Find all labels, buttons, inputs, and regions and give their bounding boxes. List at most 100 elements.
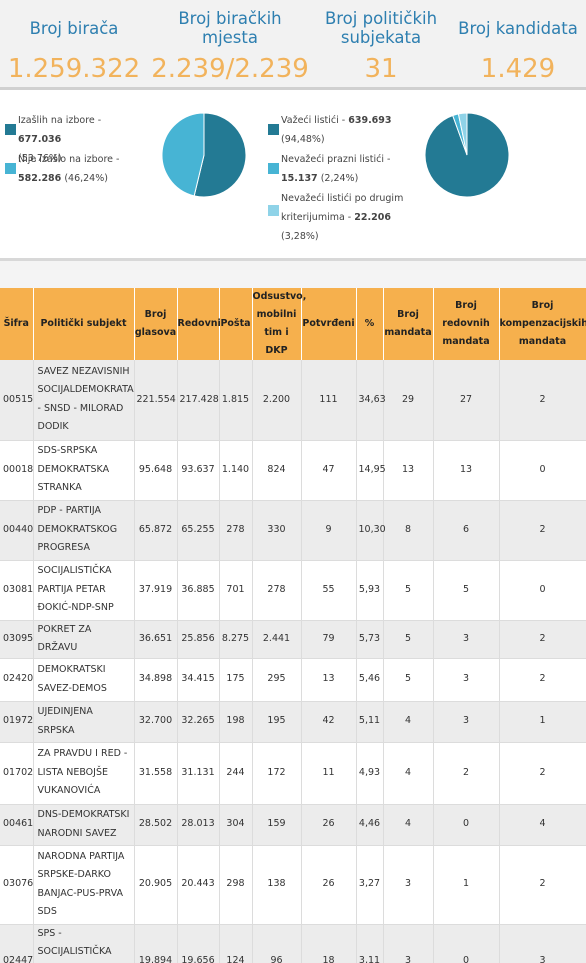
cell-regular-seats: 0 (433, 804, 500, 846)
table-row[interactable]: 01702 ZA PRAVDU I RED - LISTA NEBOJŠE VUK… (0, 742, 586, 805)
cell-absent: 159 (252, 804, 302, 846)
cell-seats: 29 (383, 360, 434, 441)
legend-swatch-no-turnout (5, 163, 16, 174)
cell-political-subject: SOCIJALISTIČKA PARTIJA PETAR ĐOKIĆ-NDP-S… (33, 560, 135, 621)
cell-regular: 34.415 (177, 658, 220, 702)
cell-confirmed: 18 (301, 924, 357, 963)
table-row[interactable]: 01972 UJEDINJENA SRPSKA 32.700 32.265 198 195… (0, 701, 586, 743)
column-header-absent[interactable]: Odsustvo, mobilni tim i DKP (252, 288, 306, 360)
cell-political-subject: ZA PRAVDU I RED - LISTA NEBOJŠE VUKANOVI… (33, 742, 135, 805)
stat-polling-stations: Broj biračkih mjesta 2.239/2.239 (148, 0, 312, 87)
cell-seats: 8 (383, 500, 434, 561)
cell-political-subject: NARODNA PARTIJA SRPSKE-DARKO BANJAC-PUS-… (33, 845, 135, 925)
column-header-percent[interactable]: % (356, 288, 384, 360)
table-row[interactable]: 00440 PDP - PARTIJA DEMOKRATSKOG PROGRESA… (0, 500, 586, 561)
cell-compensatory-seats: 0 (499, 560, 586, 621)
table-row[interactable]: 00461 DNS-DEMOKRATSKI NARODNI SAVEZ 28.502… (0, 804, 586, 846)
column-header-votes[interactable]: Broj glasova (134, 288, 178, 360)
cell-regular: 65.255 (177, 500, 220, 561)
legend-swatch-blank (268, 163, 279, 174)
legend-swatch-other-invalid (268, 205, 279, 216)
cell-regular-seats: 3 (433, 658, 500, 702)
turnout-pie-chart (161, 112, 247, 198)
legend-label: Nije izašlo na izbore - (18, 154, 120, 165)
stat-label: Broj birača (29, 19, 119, 38)
stat-value: 1.429 (480, 54, 556, 84)
cell-percent: 10,30 (356, 500, 386, 561)
legend-swatch-valid (268, 124, 279, 135)
cell-votes: 28.502 (134, 804, 178, 846)
cell-regular-seats: 0 (433, 924, 500, 963)
cell-regular: 19.656 (177, 924, 220, 963)
cell-votes: 65.872 (134, 500, 178, 561)
cell-code: 02420 (0, 658, 34, 702)
column-header-regular-seats[interactable]: Broj redovnih mandata (433, 288, 500, 360)
cell-votes: 20.905 (134, 845, 178, 925)
table-row[interactable]: 03076 NARODNA PARTIJA SRPSKE-DARKO BANJAC… (0, 845, 586, 925)
cell-code: 03081 (0, 560, 34, 621)
cell-seats: 3 (383, 924, 434, 963)
table-row[interactable]: 02420 DEMOKRATSKI SAVEZ-DEMOS 34.898 34.415… (0, 658, 586, 702)
cell-absent: 295 (252, 658, 302, 702)
table-row[interactable]: 00018 SDS-SRPSKA DEMOKRATSKA STRANKA 95.64… (0, 440, 586, 501)
section-spacer (0, 261, 586, 288)
cell-mail: 298 (219, 845, 253, 925)
cell-absent: 2.441 (252, 620, 302, 659)
cell-votes: 36.651 (134, 620, 178, 659)
cell-absent: 278 (252, 560, 302, 621)
legend-percent: (94,48%) (281, 134, 325, 145)
cell-compensatory-seats: 2 (499, 845, 586, 925)
stat-label: Broj biračkih mjesta (178, 9, 282, 47)
cell-regular: 217.428 (177, 360, 220, 441)
cell-political-subject: POKRET ZA DRŽAVU (33, 620, 135, 659)
cell-regular: 36.885 (177, 560, 220, 621)
cell-regular-seats: 27 (433, 360, 500, 441)
table-row[interactable]: 02447SPS - SOCIJALISTIČKA PARTIJA SRPSKE… (0, 924, 586, 963)
legend-swatch-turnout (5, 124, 16, 135)
cell-mail: 8.275 (219, 620, 253, 659)
cell-seats: 5 (383, 658, 434, 702)
cell-seats: 3 (383, 845, 434, 925)
stat-voters: Broj birača 1.259.322 (0, 0, 148, 87)
column-header-compensatory-seats[interactable]: Broj kompenzacijskih mandata (499, 288, 586, 360)
cell-mail: 175 (219, 658, 253, 702)
cell-confirmed: 11 (301, 742, 357, 805)
cell-confirmed: 55 (301, 560, 357, 621)
table-row[interactable]: 03095 POKRET ZA DRŽAVU 36.651 25.856 8.275 2.… (0, 620, 586, 659)
cell-political-subject: SPS - SOCIJALISTIČKA PARTIJA SRPSKE - GO… (33, 924, 135, 963)
cell-votes: 31.558 (134, 742, 178, 805)
cell-compensatory-seats: 4 (499, 804, 586, 846)
cell-mail: 1.815 (219, 360, 253, 441)
cell-absent: 824 (252, 440, 302, 501)
cell-regular: 93.637 (177, 440, 220, 501)
column-header-confirmed[interactable]: Potvrđeni (301, 288, 357, 360)
cell-confirmed: 26 (301, 804, 357, 846)
cell-code: 00018 (0, 440, 34, 501)
cell-mail: 278 (219, 500, 253, 561)
column-header-political-subject[interactable]: Politički subjekt (33, 288, 135, 360)
stat-value: 2.239/2.239 (151, 54, 309, 84)
cell-political-subject: DEMOKRATSKI SAVEZ-DEMOS (33, 658, 135, 702)
cell-percent: 4,93 (356, 742, 384, 805)
legend-percent: (46,24%) (64, 173, 108, 184)
column-header-seats[interactable]: Broj mandata (383, 288, 434, 360)
cell-mail: 701 (219, 560, 253, 621)
column-header-mail[interactable]: Pošta (219, 288, 253, 360)
cell-political-subject: PDP - PARTIJA DEMOKRATSKOG PROGRESA (33, 500, 135, 561)
legend-label: Važeći listići - (281, 115, 349, 126)
legend-label: Izašlih na izbore - (18, 115, 102, 126)
column-header-code[interactable]: Šifra (0, 288, 34, 360)
cell-compensatory-seats: 2 (499, 500, 586, 561)
cell-seats: 5 (383, 560, 434, 621)
table-row[interactable]: 00515 SAVEZ NEZAVISNIH SOCIJALDEMOKRATA -… (0, 360, 586, 441)
cell-regular: 20.443 (177, 845, 220, 925)
cell-absent: 195 (252, 701, 302, 743)
column-header-regular[interactable]: Redovni (177, 288, 221, 360)
results-table: Šifra Politički subjekt Broj glasova Red… (0, 288, 586, 963)
cell-absent: 330 (252, 500, 302, 561)
stat-candidates: Broj kandidata 1.429 (450, 0, 586, 87)
stat-label: Broj kandidata (458, 19, 578, 38)
stat-value: 31 (364, 54, 398, 84)
cell-absent: 138 (252, 845, 302, 925)
table-row[interactable]: 03081 SOCIJALISTIČKA PARTIJA PETAR ĐOKIĆ-… (0, 560, 586, 621)
